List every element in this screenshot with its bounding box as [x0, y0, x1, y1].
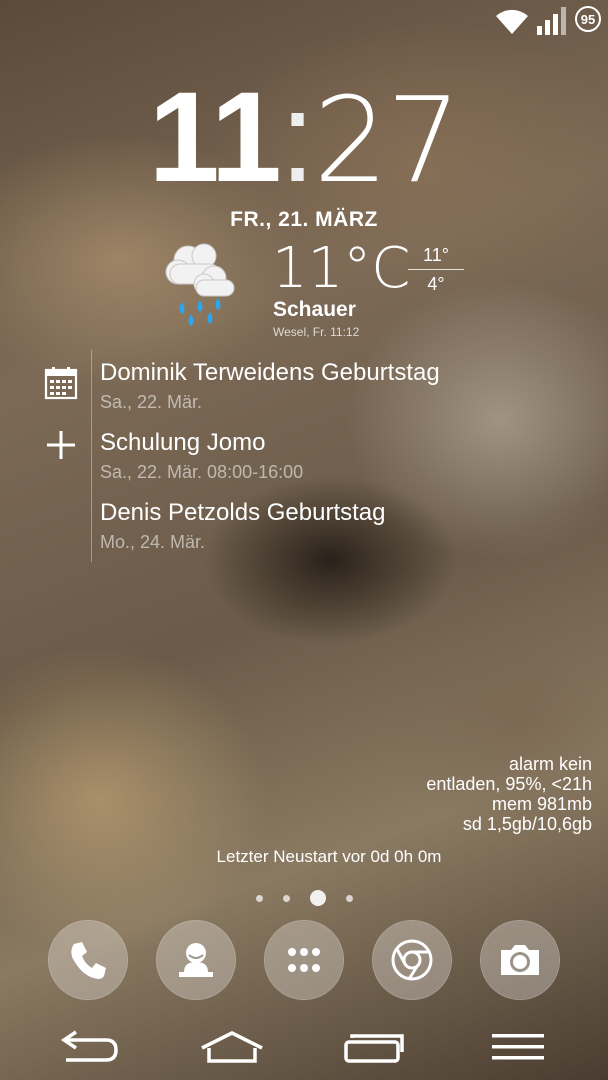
battery-icon: 95 [575, 6, 601, 32]
restart-label: Letzter Neustart vor 0d 0h 0m [216, 847, 442, 866]
back-button[interactable] [50, 1022, 130, 1072]
home-button[interactable] [192, 1022, 272, 1072]
calendar-event[interactable]: Dominik Terweidens Geburtstag Sa., 22. M… [100, 358, 440, 413]
event-title: Schulung Jomo [100, 429, 266, 456]
divider [408, 269, 464, 270]
calendar-event[interactable]: Denis Petzolds Geburtstag Mo., 24. Mär. [100, 498, 385, 553]
contacts-icon [179, 943, 213, 977]
navigation-bar [0, 1014, 608, 1080]
temperature-high: 11° [423, 245, 449, 265]
page-dot-active[interactable] [309, 890, 326, 906]
phone-icon [71, 942, 106, 979]
signal-icon [537, 7, 566, 35]
page-dot[interactable] [282, 894, 290, 902]
calendar-divider [91, 350, 92, 562]
event-title: Dominik Terweidens Geburtstag [100, 359, 440, 386]
event-date: Sa., 22. Mär. [100, 392, 203, 412]
app-drawer-icon [288, 948, 320, 972]
camera-button[interactable] [480, 920, 560, 1000]
recent-apps-button[interactable] [334, 1022, 414, 1072]
dock [0, 920, 608, 1002]
chrome-icon [391, 939, 433, 981]
clock-minutes: 27 [313, 71, 461, 209]
clock-widget[interactable]: 11:27 [0, 68, 608, 210]
calendar-icon[interactable] [44, 366, 78, 400]
battery-status: entladen, 95%, <21h [426, 774, 592, 794]
chrome-button[interactable] [372, 920, 452, 1000]
wifi-icon [496, 9, 528, 34]
app-drawer-button[interactable] [264, 920, 344, 1000]
clock-separator: : [279, 66, 316, 209]
back-icon [60, 1030, 118, 1062]
phone-button[interactable] [48, 920, 128, 1000]
event-title: Denis Petzolds Geburtstag [100, 499, 386, 526]
temperature-range: 11° 4° [408, 244, 464, 295]
event-date: Sa., 22. Mär. 08:00-16:00 [100, 462, 304, 482]
battery-level: 95 [580, 11, 596, 27]
alarm-status: alarm kein [508, 754, 592, 774]
rain-cloud-icon[interactable] [160, 238, 240, 338]
date-label[interactable]: FR., 21. MÄRZ [0, 208, 608, 232]
weather-location-time: Wesel, Fr. 11:12 [273, 325, 360, 339]
system-info-widget[interactable]: alarm kein entladen, 95%, <21h mem 981mb… [426, 754, 592, 834]
page-dot[interactable] [345, 894, 353, 902]
add-event-icon[interactable] [44, 428, 78, 462]
menu-button[interactable] [478, 1022, 558, 1072]
memory-status: mem 981mb [491, 794, 592, 814]
status-bar[interactable]: 95 [0, 0, 608, 42]
menu-icon [492, 1034, 544, 1060]
restart-info: Letzter Neustart vor 0d 0h 0m [0, 847, 608, 867]
sd-status: sd 1,5gb/10,6gb [462, 814, 592, 834]
recent-apps-icon [344, 1034, 404, 1063]
clock-hours: 11 [148, 66, 281, 209]
page-dot[interactable] [255, 894, 263, 902]
home-icon [201, 1031, 263, 1063]
temperature-low: 4° [427, 274, 445, 294]
calendar-event[interactable]: Schulung Jomo Sa., 22. Mär. 08:00-16:00 [100, 428, 303, 483]
event-date: Mo., 24. Mär. [100, 532, 206, 552]
camera-icon [501, 945, 539, 975]
temperature[interactable]: 11°C [272, 238, 410, 300]
page-indicator[interactable] [0, 888, 608, 908]
contacts-button[interactable] [156, 920, 236, 1000]
weather-condition: Schauer [273, 298, 356, 321]
